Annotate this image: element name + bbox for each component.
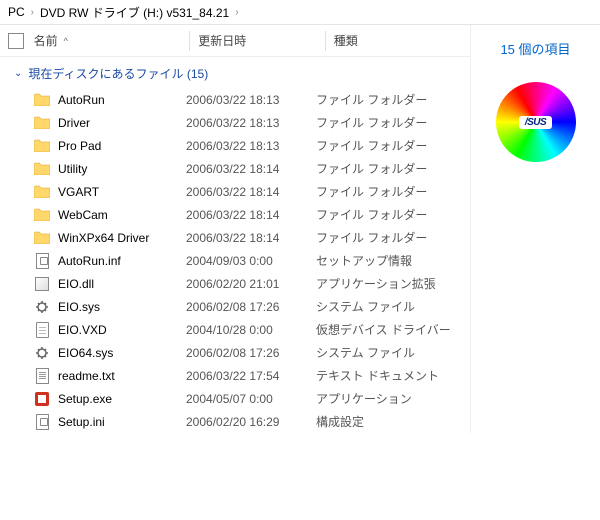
folder-icon <box>34 162 50 175</box>
file-name: WebCam <box>58 208 186 222</box>
file-type: テキスト ドキュメント <box>316 367 466 384</box>
logo-brand-text: /SUS <box>519 116 552 129</box>
file-name: EIO.sys <box>58 300 186 314</box>
breadcrumb-seg-pc[interactable]: PC <box>8 5 25 19</box>
column-header-name-label: 名前 <box>34 32 58 49</box>
dll-file-icon <box>35 277 49 291</box>
file-row[interactable]: WebCam2006/03/22 18:14ファイル フォルダー <box>0 203 470 226</box>
file-name: Setup.exe <box>58 392 186 406</box>
file-date: 2004/05/07 0:00 <box>186 392 316 406</box>
column-divider[interactable] <box>189 31 190 51</box>
chevron-down-icon: ⌄ <box>14 68 22 79</box>
system-file-icon <box>35 346 49 360</box>
file-row[interactable]: EIO64.sys2006/02/08 17:26システム ファイル <box>0 341 470 364</box>
file-date: 2006/03/22 18:14 <box>186 208 316 222</box>
file-row[interactable]: Driver2006/03/22 18:13ファイル フォルダー <box>0 111 470 134</box>
group-header-label: 現在ディスクにあるファイル (15) <box>28 65 208 82</box>
file-date: 2006/02/20 21:01 <box>186 277 316 291</box>
chevron-right-icon: › <box>29 7 36 18</box>
text-file-icon <box>36 368 49 384</box>
file-type: ファイル フォルダー <box>316 137 466 154</box>
file-name: EIO64.sys <box>58 346 186 360</box>
file-type: ファイル フォルダー <box>316 91 466 108</box>
folder-icon <box>34 231 50 244</box>
file-name: VGART <box>58 185 186 199</box>
folder-icon <box>34 93 50 106</box>
file-date: 2006/03/22 18:13 <box>186 116 316 130</box>
file-date: 2006/03/22 18:13 <box>186 93 316 107</box>
file-date: 2006/03/22 18:13 <box>186 139 316 153</box>
file-items-container: AutoRun2006/03/22 18:13ファイル フォルダーDriver2… <box>0 88 470 433</box>
generic-file-icon <box>36 322 49 338</box>
file-date: 2006/02/08 17:26 <box>186 300 316 314</box>
file-date: 2006/03/22 18:14 <box>186 231 316 245</box>
file-row[interactable]: WinXPx64 Driver2006/03/22 18:14ファイル フォルダ… <box>0 226 470 249</box>
file-type: ファイル フォルダー <box>316 229 466 246</box>
file-row[interactable]: Setup.exe2004/05/07 0:00アプリケーション <box>0 387 470 410</box>
file-name: AutoRun.inf <box>58 254 186 268</box>
breadcrumb-seg-drive[interactable]: DVD RW ドライブ (H:) v531_84.21 <box>40 4 229 21</box>
file-date: 2006/03/22 18:14 <box>186 185 316 199</box>
file-type: 仮想デバイス ドライバー <box>316 321 466 338</box>
column-header-date[interactable]: 更新日時 <box>198 32 325 49</box>
file-row[interactable]: AutoRun2006/03/22 18:13ファイル フォルダー <box>0 88 470 111</box>
chevron-right-icon: › <box>233 7 240 18</box>
file-name: AutoRun <box>58 93 186 107</box>
file-type: ファイル フォルダー <box>316 114 466 131</box>
column-header-row: 名前 ^ 更新日時 種類 <box>0 25 470 57</box>
file-date: 2006/02/08 17:26 <box>186 346 316 360</box>
executable-icon <box>35 392 49 406</box>
file-row[interactable]: Setup.ini2006/02/20 16:29構成設定 <box>0 410 470 433</box>
file-date: 2006/03/22 18:14 <box>186 162 316 176</box>
file-type: アプリケーション拡張 <box>316 275 466 292</box>
file-type: システム ファイル <box>316 298 466 315</box>
file-row[interactable]: EIO.VXD2004/10/28 0:00仮想デバイス ドライバー <box>0 318 470 341</box>
system-file-icon <box>35 300 49 314</box>
file-type: 構成設定 <box>316 413 466 430</box>
file-name: EIO.VXD <box>58 323 186 337</box>
folder-icon <box>34 139 50 152</box>
column-header-type[interactable]: 種類 <box>334 32 470 49</box>
file-name: Setup.ini <box>58 415 186 429</box>
folder-icon <box>34 185 50 198</box>
file-row[interactable]: Utility2006/03/22 18:14ファイル フォルダー <box>0 157 470 180</box>
file-name: Driver <box>58 116 186 130</box>
group-header[interactable]: ⌄ 現在ディスクにあるファイル (15) <box>0 57 470 88</box>
file-row[interactable]: EIO.dll2006/02/20 21:01アプリケーション拡張 <box>0 272 470 295</box>
file-row[interactable]: AutoRun.inf2004/09/03 0:00セットアップ情報 <box>0 249 470 272</box>
folder-icon <box>34 116 50 129</box>
file-date: 2006/02/20 16:29 <box>186 415 316 429</box>
file-name: Utility <box>58 162 186 176</box>
config-file-icon <box>36 253 49 269</box>
file-type: セットアップ情報 <box>316 252 466 269</box>
file-name: readme.txt <box>58 369 186 383</box>
file-name: EIO.dll <box>58 277 186 291</box>
file-row[interactable]: readme.txt2006/03/22 17:54テキスト ドキュメント <box>0 364 470 387</box>
file-type: アプリケーション <box>316 390 466 407</box>
column-divider[interactable] <box>325 31 326 51</box>
config-file-icon <box>36 414 49 430</box>
preview-pane: 15 個の項目 /SUS <box>470 25 600 433</box>
select-all-checkbox[interactable] <box>8 33 24 49</box>
folder-icon <box>34 208 50 221</box>
drive-logo: /SUS <box>496 82 576 162</box>
file-row[interactable]: Pro Pad2006/03/22 18:13ファイル フォルダー <box>0 134 470 157</box>
file-type: ファイル フォルダー <box>316 206 466 223</box>
file-row[interactable]: EIO.sys2006/02/08 17:26システム ファイル <box>0 295 470 318</box>
breadcrumb[interactable]: PC › DVD RW ドライブ (H:) v531_84.21 › <box>0 0 600 24</box>
file-name: Pro Pad <box>58 139 186 153</box>
file-date: 2006/03/22 17:54 <box>186 369 316 383</box>
file-date: 2004/10/28 0:00 <box>186 323 316 337</box>
file-list-pane: 名前 ^ 更新日時 種類 ⌄ 現在ディスクにあるファイル (15) AutoRu… <box>0 25 470 433</box>
file-date: 2004/09/03 0:00 <box>186 254 316 268</box>
file-type: ファイル フォルダー <box>316 160 466 177</box>
color-wheel-icon: /SUS <box>496 82 576 162</box>
column-header-name[interactable]: 名前 ^ <box>34 32 190 49</box>
sort-ascending-icon: ^ <box>64 36 68 46</box>
file-type: システム ファイル <box>316 344 466 361</box>
file-row[interactable]: VGART2006/03/22 18:14ファイル フォルダー <box>0 180 470 203</box>
file-name: WinXPx64 Driver <box>58 231 186 245</box>
file-type: ファイル フォルダー <box>316 183 466 200</box>
item-count-text: 15 個の項目 <box>479 39 592 58</box>
